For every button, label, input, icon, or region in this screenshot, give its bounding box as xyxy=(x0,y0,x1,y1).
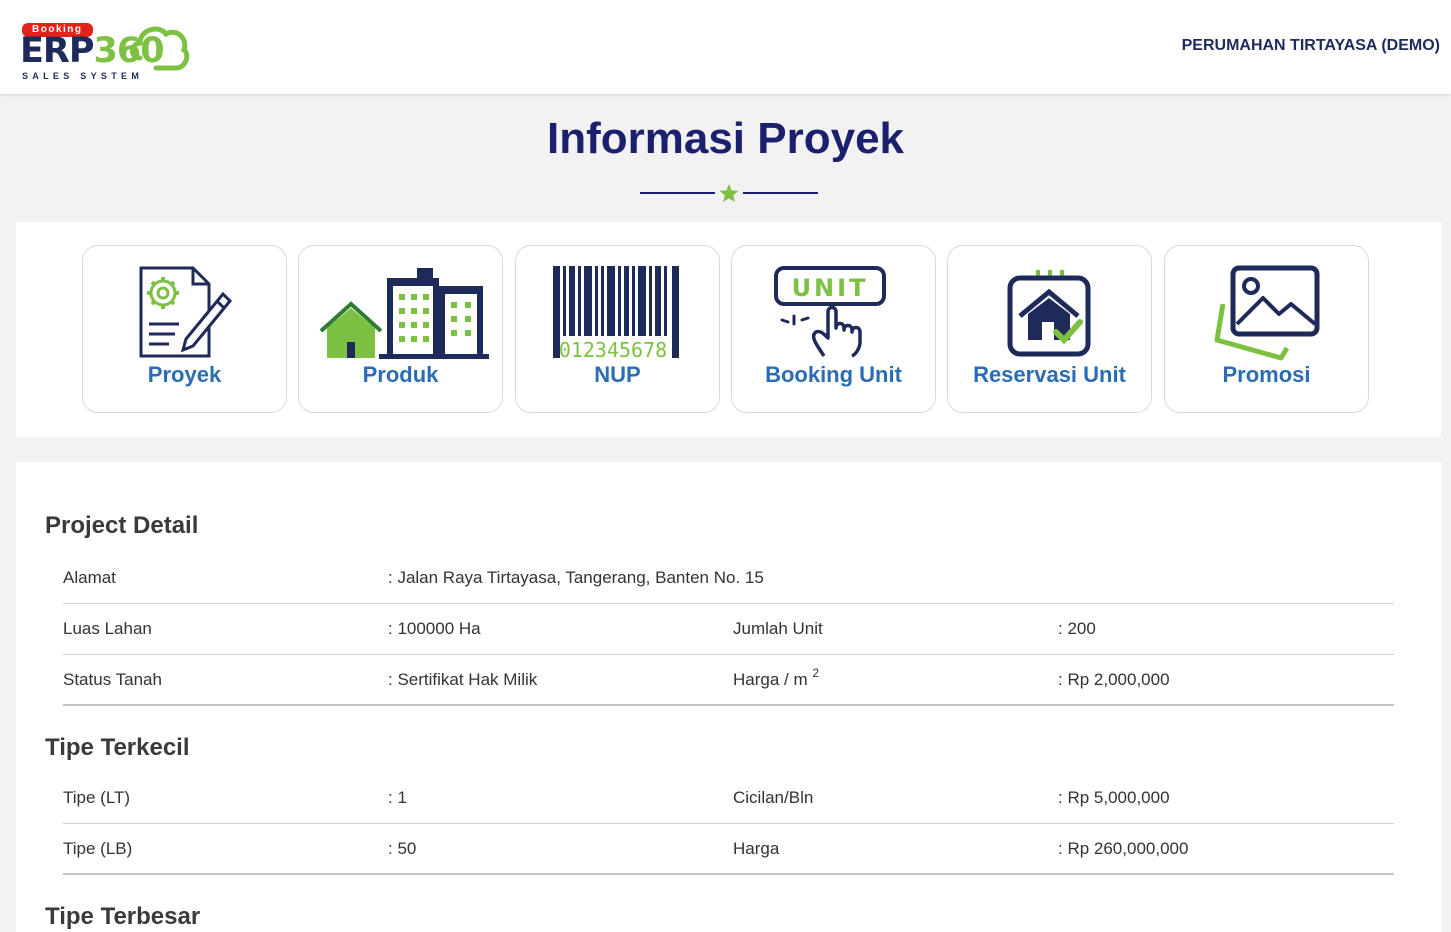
menu-label-nup: NUP xyxy=(594,362,641,387)
project-detail-panel: Project Detail Alamat : Jalan Raya Tirta… xyxy=(16,462,1441,932)
row-value: : Rp 5,000,000 xyxy=(1058,788,1170,807)
section-title-tipe-terkecil: Tipe Terkecil xyxy=(45,734,190,761)
row-value: : 100000 Ha xyxy=(388,619,481,638)
table-row: Alamat : Jalan Raya Tirtayasa, Tangerang… xyxy=(63,553,1394,604)
erp360-logo[interactable]: Booking ERP360 SALES SYSTEM xyxy=(20,18,190,84)
table-row: Tipe (LT) : 1 Cicilan/Bln : Rp 5,000,000 xyxy=(63,773,1394,824)
table-row: Status Tanah : Sertifikat Hak Milik Harg… xyxy=(63,655,1394,706)
menu-card-promosi[interactable]: Promosi xyxy=(1164,245,1369,413)
row-value: : Sertifikat Hak Milik xyxy=(388,670,538,689)
house-buildings-icon xyxy=(319,268,489,359)
company-name[interactable]: PERUMAHAN TIRTAYASA (DEMO) xyxy=(1182,37,1440,55)
calendar-house-check-icon xyxy=(1007,270,1091,357)
star-divider xyxy=(640,184,818,202)
svg-text:UNIT: UNIT xyxy=(792,274,869,302)
row-value: : 50 xyxy=(388,839,417,858)
section-title-project-detail: Project Detail xyxy=(45,512,199,539)
menu-label-promosi: Promosi xyxy=(1222,362,1311,387)
row-label: Tipe (LB) xyxy=(63,839,133,858)
image-gallery-icon xyxy=(1214,265,1320,361)
row-label: Harga xyxy=(733,839,780,858)
menu-card-nup[interactable]: 012345678 NUP xyxy=(515,245,720,413)
barcode-number: 012345678 xyxy=(559,338,667,362)
row-label: Jumlah Unit xyxy=(733,619,823,638)
menu-card-reservasi-unit[interactable]: Reservasi Unit xyxy=(947,245,1152,413)
star-icon xyxy=(719,184,739,202)
section-title-tipe-terbesar: Tipe Terbesar xyxy=(45,903,201,930)
row-label-harga-m2: Harga / m 2 xyxy=(733,666,820,689)
page-title: Informasi Proyek xyxy=(546,114,905,163)
row-label: Alamat xyxy=(63,568,116,587)
table-row: Luas Lahan : 100000 Ha Jumlah Unit : 200 xyxy=(63,604,1394,655)
logo-tagline: SALES SYSTEM xyxy=(22,71,144,81)
top-header: Booking ERP360 SALES SYSTEM PERUMAHAN TI… xyxy=(0,0,1451,94)
table-row: Tipe (LB) : 50 Harga : Rp 260,000,000 xyxy=(63,824,1394,875)
menu-label-reservasi-unit: Reservasi Unit xyxy=(973,362,1126,387)
row-label: Luas Lahan xyxy=(63,619,152,638)
menu-card-booking-unit[interactable]: UNIT Booking Unit xyxy=(731,245,936,413)
menu-label-proyek: Proyek xyxy=(147,362,222,387)
barcode-icon: 012345678 xyxy=(553,266,679,362)
logo-wordmark: ERP360 xyxy=(20,31,165,71)
row-label: Tipe (LT) xyxy=(63,788,131,807)
row-label: Cicilan/Bln xyxy=(733,788,814,807)
menu-label-booking-unit: Booking Unit xyxy=(765,362,902,387)
row-value: : Rp 2,000,000 xyxy=(1058,670,1170,689)
row-label: Status Tanah xyxy=(63,670,162,689)
menu-card-produk[interactable]: Produk xyxy=(298,245,503,413)
menu-label-produk: Produk xyxy=(362,362,439,387)
unit-tap-icon: UNIT xyxy=(774,266,886,358)
row-value: : Rp 260,000,000 xyxy=(1058,839,1189,858)
row-value: : 1 xyxy=(388,788,407,807)
menu-card-proyek[interactable]: Proyek xyxy=(82,245,287,413)
row-value: : Jalan Raya Tirtayasa, Tangerang, Bante… xyxy=(388,568,764,587)
superscript-2: 2 xyxy=(812,666,820,680)
menu-panel: Proyek Produk 012345678 NUP UNIT Booking… xyxy=(16,222,1441,437)
row-value: : 200 xyxy=(1058,619,1096,638)
document-gear-pen-icon xyxy=(139,266,233,358)
